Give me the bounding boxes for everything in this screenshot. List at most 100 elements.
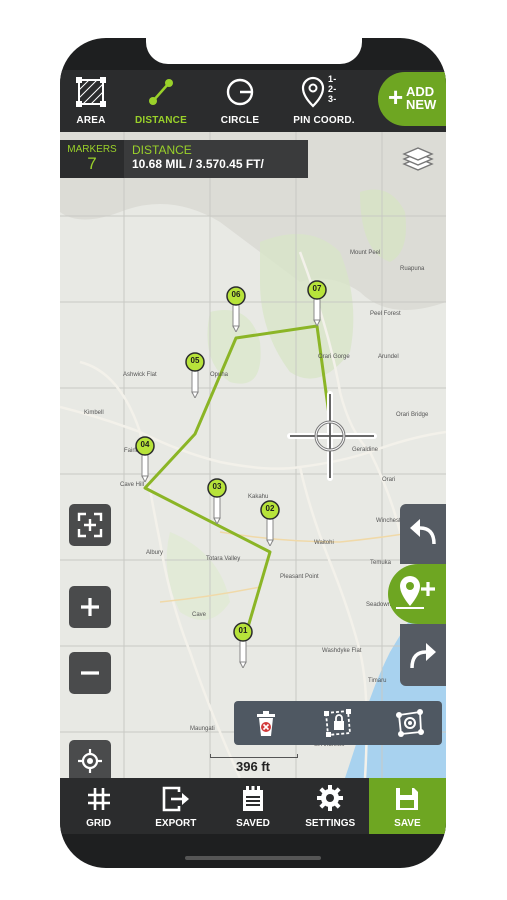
pin-coord-steps: 1- 2- 3- [328, 74, 336, 104]
tool-circle[interactable]: CIRCLE [208, 70, 272, 132]
undo-button[interactable] [400, 504, 446, 564]
marker-label: 07 [312, 284, 322, 293]
delete-button[interactable] [250, 707, 282, 739]
redo-button[interactable] [400, 624, 446, 686]
edit-shape-button[interactable] [394, 707, 426, 739]
gear-icon [317, 785, 344, 811]
export-label: EXPORT [155, 818, 197, 829]
home-indicator [185, 856, 321, 860]
layers-button[interactable] [402, 144, 434, 174]
layers-icon [402, 147, 434, 171]
save-label: SAVE [394, 818, 421, 829]
map-label: Kimbell [84, 410, 104, 416]
add-new-label-2: NEW [406, 97, 437, 112]
edit-shape-icon [396, 709, 424, 737]
route-marker[interactable]: 07 [307, 280, 327, 328]
map-labels: Mount Peel Ruapuna Peel Forest Arundel A… [60, 132, 446, 778]
fit-bounds-icon [77, 512, 103, 538]
map-label: Washdyke Flat [322, 648, 362, 654]
map-scale: 396 ft [210, 754, 298, 774]
saved-list-icon [243, 786, 263, 811]
plus-icon: + [388, 82, 404, 112]
map-label: Mount Peel [350, 250, 381, 256]
marker-label: 04 [140, 440, 150, 449]
map-label: Orari [382, 477, 396, 483]
markers-label: MARKERS [67, 144, 117, 155]
route-marker[interactable]: 03 [207, 478, 227, 526]
marker-label: 02 [265, 504, 275, 513]
grid-icon [87, 788, 110, 810]
lock-shape-button[interactable] [322, 707, 354, 739]
scale-value: 396 ft [236, 759, 270, 774]
app-screen: Mount Peel Ruapuna Peel Forest Arundel A… [60, 38, 446, 868]
map-label: Cave Hill [120, 482, 145, 488]
add-new-button[interactable]: + ADD NEW [378, 72, 446, 126]
marker-label: 03 [212, 482, 222, 491]
minus-icon [81, 671, 99, 675]
locate-icon [78, 749, 102, 773]
export-icon [162, 786, 189, 812]
distance-label: DISTANCE [132, 143, 192, 157]
map-label: Ashwick Flat [123, 372, 157, 378]
my-location-button[interactable] [69, 740, 111, 778]
settings-button[interactable]: SETTINGS [292, 778, 369, 834]
tool-distance[interactable]: DISTANCE [126, 70, 196, 132]
route-marker[interactable]: 04 [135, 436, 155, 484]
pin-step: 1- [328, 74, 337, 84]
add-pin-button[interactable] [388, 564, 446, 624]
map-label: Orari Bridge [396, 412, 429, 418]
phone-frame: Mount Peel Ruapuna Peel Forest Arundel A… [60, 38, 446, 868]
route-marker[interactable]: 01 [233, 622, 253, 670]
floppy-icon [396, 788, 419, 810]
map-label: Waitohi [314, 540, 334, 546]
pin-icon [301, 76, 325, 108]
grid-button[interactable]: GRID [60, 778, 137, 834]
edit-tools-panel [234, 701, 442, 745]
tool-area-label: AREA [76, 115, 106, 126]
trash-icon [257, 711, 275, 736]
map-label: Arundel [378, 354, 399, 360]
tool-area[interactable]: AREA [62, 70, 120, 132]
route-marker[interactable]: 06 [226, 286, 246, 334]
markers-count-box: MARKERS 7 [60, 140, 124, 178]
settings-label: SETTINGS [305, 818, 356, 829]
distance-box: DISTANCE 10.68 MIL / 3.570.45 FT/ [124, 140, 308, 178]
map-label: Cave [192, 612, 207, 618]
map-label: Albury [146, 550, 164, 556]
route-marker[interactable]: 05 [185, 352, 205, 400]
route-marker[interactable]: 02 [260, 500, 280, 548]
save-button[interactable]: SAVE [368, 778, 446, 834]
distance-icon [149, 79, 173, 105]
pin-step: 2- [328, 84, 337, 94]
tool-pin-coord-label: PIN COORD. [293, 115, 355, 126]
pin-step: 3- [328, 94, 337, 104]
lock-shape-icon [324, 709, 351, 737]
map-label: Opuha [210, 372, 229, 378]
marker-label: 01 [238, 626, 248, 635]
scale-bar [210, 754, 298, 758]
undo-icon [410, 519, 436, 545]
saved-button[interactable]: SAVED [214, 778, 291, 834]
map-label: Peel Forest [370, 311, 401, 317]
map-label: Ruapuna [400, 266, 425, 272]
map-label: Geraldine [352, 447, 379, 453]
marker-label: 06 [231, 290, 241, 299]
export-button[interactable]: EXPORT [137, 778, 214, 834]
fit-bounds-button[interactable] [69, 504, 111, 546]
measurement-info: MARKERS 7 DISTANCE 10.68 MIL / 3.570.45 … [60, 140, 308, 178]
area-icon [76, 77, 106, 107]
tool-pin-coord[interactable]: 1- 2- 3- PIN COORD. [286, 70, 362, 132]
tool-distance-label: DISTANCE [135, 115, 187, 126]
marker-label: 05 [190, 356, 200, 365]
map-label: Timaru [368, 678, 387, 684]
zoom-out-button[interactable] [69, 652, 111, 694]
add-pin-icon [396, 576, 435, 609]
redo-icon [410, 643, 436, 669]
map-view[interactable]: Mount Peel Ruapuna Peel Forest Arundel A… [60, 132, 446, 778]
map-label: Orari Gorge [318, 354, 350, 360]
phone-notch [146, 38, 362, 64]
plus-icon [81, 598, 99, 616]
circle-icon [226, 78, 254, 106]
bottom-toolbar: GRID EXPORT SAVED SETTINGS SAVE [60, 778, 446, 834]
zoom-in-button[interactable] [69, 586, 111, 628]
